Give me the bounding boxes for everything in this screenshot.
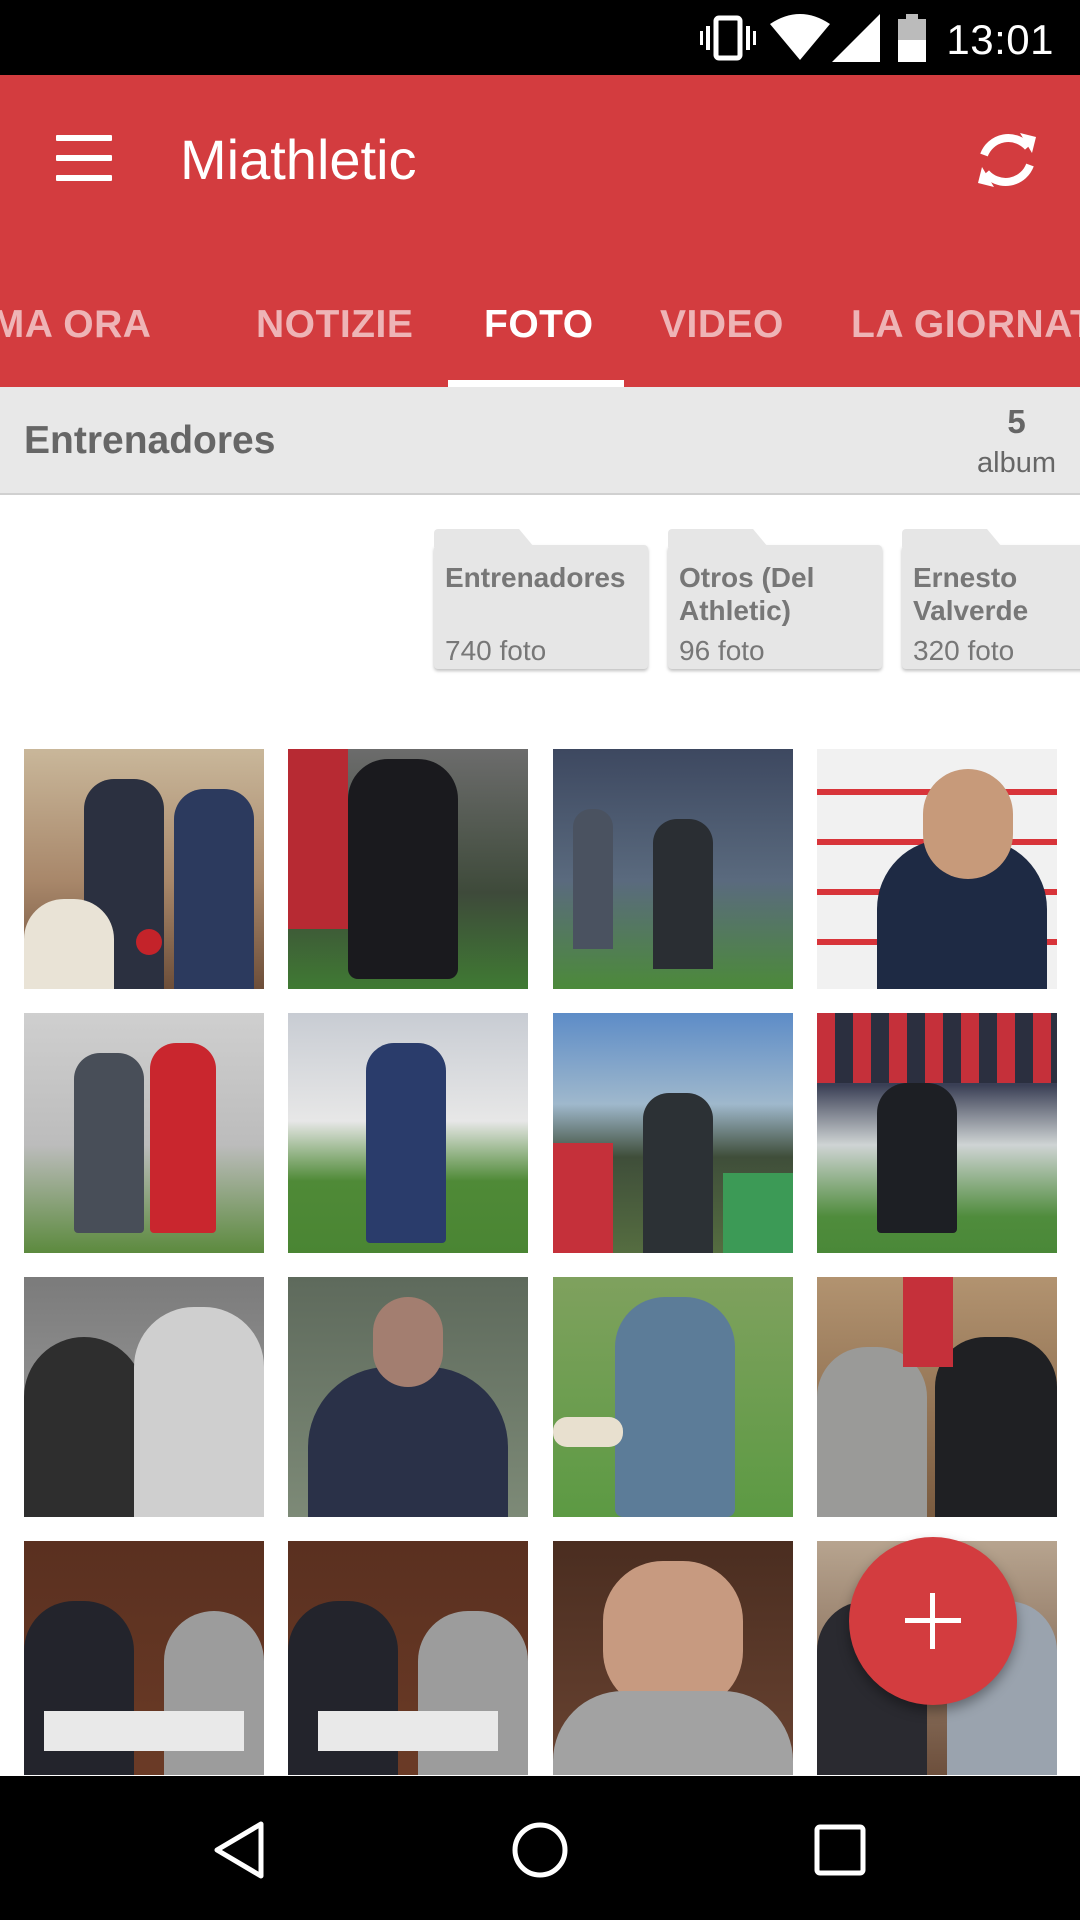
photo-thumbnail[interactable] xyxy=(553,1541,793,1775)
album-name: Ernesto Valverde xyxy=(913,562,1029,626)
battery-icon xyxy=(898,14,926,62)
status-bar: 13:01 xyxy=(0,0,1080,75)
tab-ultima-ora[interactable]: ULTIMA ORA xyxy=(0,303,151,347)
photo-thumbnail[interactable] xyxy=(288,749,528,989)
album-name: Otros (Del Athletic) xyxy=(679,562,815,626)
navigation-bar xyxy=(0,1776,1080,1920)
add-fab-button[interactable] xyxy=(849,1537,1017,1705)
section-title: Entrenadores xyxy=(24,419,276,462)
album-folder[interactable]: Entrenadores 740 foto xyxy=(434,545,648,669)
home-icon[interactable] xyxy=(508,1818,572,1882)
album-count-number: 5 xyxy=(1007,403,1026,440)
album-photo-count: 320 foto xyxy=(913,635,1015,666)
album-count: 5 album xyxy=(977,403,1056,480)
tab-notizie[interactable]: NOTIZIE xyxy=(256,303,413,347)
refresh-icon[interactable] xyxy=(972,125,1042,195)
album-count-label: album xyxy=(977,447,1056,479)
album-photo-count: 96 foto xyxy=(679,635,765,666)
album-folder[interactable]: Ernesto Valverde 320 foto xyxy=(902,545,1080,669)
album-name: Entrenadores xyxy=(445,562,626,593)
menu-icon[interactable] xyxy=(56,135,114,181)
photo-thumbnail[interactable] xyxy=(553,1013,793,1253)
photo-thumbnail[interactable] xyxy=(288,1013,528,1253)
status-time: 13:01 xyxy=(946,16,1054,63)
tab-strip: ULTIMA ORA NOTIZIE FOTO VIDEO LA GIORNAT… xyxy=(0,285,1080,387)
back-icon[interactable] xyxy=(209,1818,273,1882)
tab-la-giornata[interactable]: LA GIORNATA xyxy=(851,303,1080,347)
wifi-icon xyxy=(770,14,830,60)
album-folder[interactable]: Otros (Del Athletic) 96 foto xyxy=(668,545,882,669)
photo-thumbnail[interactable] xyxy=(817,1277,1057,1517)
signal-icon xyxy=(832,14,880,62)
photo-thumbnail[interactable] xyxy=(817,749,1057,989)
tab-foto[interactable]: FOTO xyxy=(484,303,594,347)
tab-video[interactable]: VIDEO xyxy=(660,303,784,347)
recents-icon[interactable] xyxy=(808,1818,872,1882)
photo-thumbnail[interactable] xyxy=(553,749,793,989)
app-title: Miathletic xyxy=(180,128,417,191)
album-photo-count: 740 foto xyxy=(445,635,547,666)
tab-indicator xyxy=(448,380,624,387)
album-strip: Entrenadores 740 foto Otros (Del Athleti… xyxy=(0,495,1080,735)
photo-thumbnail[interactable] xyxy=(24,749,264,989)
app-bar: Miathletic ULTIMA ORA NOTIZIE FOTO VIDEO… xyxy=(0,75,1080,387)
photo-thumbnail[interactable] xyxy=(288,1541,528,1775)
section-header: Entrenadores 5 album xyxy=(0,387,1080,495)
photo-thumbnail[interactable] xyxy=(817,1013,1057,1253)
photo-thumbnail[interactable] xyxy=(24,1013,264,1253)
photo-thumbnail[interactable] xyxy=(24,1541,264,1775)
photo-thumbnail[interactable] xyxy=(288,1277,528,1517)
vibrate-icon xyxy=(700,15,756,61)
photo-thumbnail[interactable] xyxy=(553,1277,793,1517)
photo-thumbnail[interactable] xyxy=(24,1277,264,1517)
